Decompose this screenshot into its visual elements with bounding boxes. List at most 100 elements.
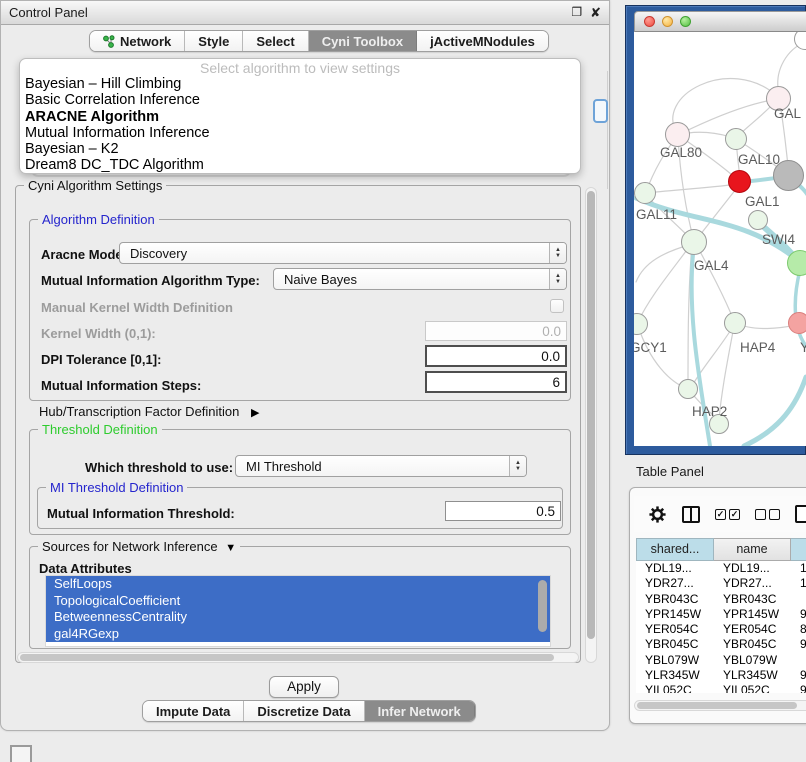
- settings-vscrollbar-thumb[interactable]: [587, 191, 595, 639]
- label-gal1: GAL1: [745, 194, 780, 209]
- table-hscrollbar-thumb[interactable]: [637, 702, 797, 709]
- obscured-focused-spinner: [593, 99, 608, 123]
- tab-style[interactable]: Style: [185, 31, 243, 51]
- tab-network[interactable]: Network: [90, 31, 185, 51]
- float-window-icon[interactable]: ❐: [571, 4, 582, 21]
- combo-spinner-icon[interactable]: ▲▼: [549, 243, 566, 263]
- dpi-tolerance-field[interactable]: 0.0: [425, 345, 567, 367]
- checked-box-icon: ✓: [729, 509, 740, 520]
- attr-list-scrollbar[interactable]: [538, 580, 547, 632]
- label-y-partial: Y: [800, 340, 806, 355]
- mi-threshold-field[interactable]: 0.5: [445, 501, 561, 521]
- dropdown-item-bayesian-k2[interactable]: Bayesian – K2: [20, 141, 580, 157]
- dropdown-item-mutual-information[interactable]: Mutual Information Inference: [20, 125, 580, 141]
- node-salmon[interactable]: [788, 312, 806, 334]
- settings-hscrollbar-thumb[interactable]: [20, 654, 554, 661]
- dropdown-placeholder: Select algorithm to view settings: [20, 61, 580, 76]
- kernel-width-field: 0.0: [425, 321, 567, 341]
- dropdown-item-bayesian-hill-climbing[interactable]: Bayesian – Hill Climbing: [20, 76, 580, 92]
- zoom-traffic-light-icon[interactable]: [680, 16, 691, 27]
- dpi-tolerance-label: DPI Tolerance [0,1]:: [41, 352, 161, 367]
- table-hscrollbar[interactable]: [634, 700, 806, 711]
- close-traffic-light-icon[interactable]: [644, 16, 655, 27]
- mi-threshold-definition-title: MI Threshold Definition: [46, 480, 187, 495]
- node-hap4[interactable]: [724, 312, 746, 334]
- aracne-mode-value: Discovery: [120, 246, 549, 261]
- threshold-definition-title: Threshold Definition: [38, 422, 162, 437]
- table-row[interactable]: YLR345WYLR345W9.: [636, 668, 806, 683]
- tab-jactivemnodules[interactable]: jActiveMNodules: [417, 31, 548, 51]
- combo-spinner-icon[interactable]: ▲▼: [509, 456, 526, 476]
- tab-discretize-data[interactable]: Discretize Data: [244, 701, 364, 721]
- column-header-cut[interactable]: [791, 538, 806, 561]
- tab-cyni-toolbox[interactable]: Cyni Toolbox: [309, 31, 417, 51]
- table-panel-window: ✓ ✓ shared... name YDL19...YDL19...13 YD…: [629, 487, 806, 724]
- control-panel-window: Control Panel ❐ ✘ Network: [0, 0, 610, 731]
- label-gal-partial: GAL: [774, 106, 801, 121]
- node-gal80[interactable]: [665, 122, 690, 147]
- which-threshold-combo[interactable]: MI Threshold ▲▼: [235, 455, 527, 477]
- network-window-titlebar[interactable]: [634, 11, 806, 32]
- combo-spinner-icon[interactable]: ▲▼: [549, 269, 566, 289]
- table-row[interactable]: YBR043CYBR043C: [636, 592, 806, 607]
- settings-hscrollbar[interactable]: [17, 652, 579, 663]
- node-gal1-selected[interactable]: [728, 170, 751, 193]
- select-all-columns-icon[interactable]: ✓ ✓: [715, 509, 740, 520]
- node-swi4[interactable]: [748, 210, 768, 230]
- table-row[interactable]: YER054CYER054C8.: [636, 622, 806, 637]
- sources-title[interactable]: Sources for Network Inference ▼: [38, 539, 240, 556]
- mi-algorithm-type-combo[interactable]: Naive Bayes ▲▼: [273, 268, 567, 290]
- kernel-width-label: Kernel Width (0,1):: [41, 326, 156, 341]
- data-attributes-label: Data Attributes: [39, 561, 132, 576]
- minimize-traffic-light-icon[interactable]: [662, 16, 673, 27]
- dropdown-item-aracne[interactable]: ARACNE Algorithm: [20, 109, 580, 125]
- dropdown-item-dream8[interactable]: Dream8 DC_TDC Algorithm: [20, 157, 580, 173]
- expander-right-icon: ▶: [251, 407, 259, 419]
- table-row[interactable]: YDL19...YDL19...13: [636, 561, 806, 576]
- tab-infer-network[interactable]: Infer Network: [365, 701, 475, 721]
- hub-expander[interactable]: Hub/Transcription Factor Definition ▶: [39, 404, 259, 419]
- column-header-name[interactable]: name: [714, 538, 791, 561]
- minimized-panel-icon[interactable]: [10, 745, 32, 762]
- dropdown-item-basic-correlation[interactable]: Basic Correlation Inference: [20, 92, 580, 108]
- table-row[interactable]: YDR27...YDR27...12: [636, 576, 806, 591]
- settings-vscrollbar[interactable]: [585, 187, 597, 663]
- manual-kernel-label: Manual Kernel Width Definition: [41, 300, 233, 315]
- algorithm-definition-title: Algorithm Definition: [38, 212, 159, 227]
- document-icon[interactable]: [795, 505, 806, 523]
- gear-icon[interactable]: [648, 505, 667, 524]
- tab-impute-data[interactable]: Impute Data: [143, 701, 244, 721]
- attr-item-topologicalcoefficient[interactable]: TopologicalCoefficient: [46, 593, 550, 610]
- manual-kernel-checkbox: [550, 299, 564, 313]
- node-gal11[interactable]: [634, 182, 656, 204]
- attr-item-selfloops[interactable]: SelfLoops: [46, 576, 550, 593]
- tab-select[interactable]: Select: [243, 31, 308, 51]
- table-row[interactable]: YBL079WYBL079W: [636, 653, 806, 668]
- network-icon: [103, 35, 115, 48]
- close-window-icon[interactable]: ✘: [590, 4, 601, 21]
- column-header-shared[interactable]: shared...: [636, 538, 714, 561]
- data-attributes-list: SelfLoops TopologicalCoefficient Between…: [45, 575, 551, 647]
- panel-title: Control Panel: [9, 5, 88, 20]
- mi-steps-field[interactable]: 6: [425, 371, 567, 393]
- attr-item-gal4rgexp[interactable]: gal4RGexp: [46, 626, 550, 643]
- table-row[interactable]: YIL052CYIL052C9: [636, 683, 806, 693]
- node-gal4[interactable]: [681, 229, 707, 255]
- label-gal80: GAL80: [660, 145, 702, 160]
- node-hap2[interactable]: [678, 379, 698, 399]
- aracne-mode-combo[interactable]: Discovery ▲▼: [119, 242, 567, 264]
- unchecked-box-icon: [755, 509, 766, 520]
- split-view-icon[interactable]: [682, 506, 700, 523]
- deselect-all-columns-icon[interactable]: [755, 509, 780, 520]
- label-hap4: HAP4: [740, 340, 775, 355]
- label-gal11: GAL11: [636, 207, 677, 222]
- node-table: shared... name YDL19...YDL19...13 YDR27.…: [636, 538, 806, 693]
- mi-algorithm-type-value: Naive Bayes: [274, 272, 549, 287]
- attr-item-betweennesscentrality[interactable]: BetweennessCentrality: [46, 609, 550, 626]
- table-row[interactable]: YPR145WYPR145W9.: [636, 607, 806, 622]
- node-bright-green[interactable]: [787, 250, 806, 276]
- node-gal10[interactable]: [725, 128, 747, 150]
- apply-button[interactable]: Apply: [269, 676, 339, 698]
- table-row[interactable]: YBR045CYBR045C9.: [636, 637, 806, 652]
- network-canvas[interactable]: GAL GAL80 GAL10 GAL1 GAL11 SWI4 GAL4 GCY…: [634, 32, 806, 446]
